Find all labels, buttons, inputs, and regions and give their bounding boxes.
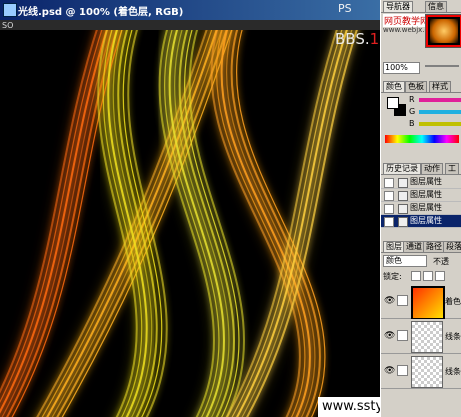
tab-swatches[interactable]: 色板 — [405, 81, 427, 92]
history-step-icon — [398, 217, 408, 227]
layer-name: 线条 — [445, 332, 461, 341]
history-item[interactable]: 图层属性 — [381, 189, 461, 202]
history-item-label: 图层属性 — [410, 216, 442, 225]
visibility-eye-icon[interactable]: 👁 — [384, 366, 395, 376]
navigator-view-box[interactable] — [426, 15, 461, 47]
document-ruler-strip: SO — [0, 20, 380, 30]
blend-mode-select[interactable]: 颜色 — [383, 255, 427, 267]
visibility-eye-icon[interactable]: 👁 — [384, 331, 395, 341]
lock-transparency-checkbox[interactable] — [411, 271, 421, 281]
tab-actions[interactable]: 动作 — [421, 163, 443, 174]
color-panel: 颜色 色板 样式 R G B — [381, 80, 461, 150]
navigator-thumbnail[interactable] — [425, 14, 461, 48]
lock-label: 锁定: — [383, 272, 402, 281]
channel-g-slider[interactable] — [419, 110, 461, 114]
light-streak-glow — [226, 30, 357, 417]
history-source-checkbox[interactable] — [384, 191, 394, 201]
history-step-icon — [398, 178, 408, 188]
ruler-mark: SO — [2, 21, 14, 30]
history-tabs: 历史记录 动作 工 — [381, 162, 461, 175]
layer-thumbnail — [411, 286, 445, 320]
navigator-tabs: 导航器 信息 — [381, 0, 461, 13]
tab-info[interactable]: 信息 — [425, 1, 447, 12]
brush-link-icon[interactable] — [397, 295, 408, 306]
history-source-checkbox[interactable] — [384, 178, 394, 188]
channel-r-slider[interactable] — [419, 98, 461, 102]
tab-paragraph[interactable]: 段落 — [443, 241, 461, 252]
channel-g-label: G — [409, 107, 416, 116]
layer-thumbnail — [411, 321, 443, 353]
tab-layers[interactable]: 图层 — [383, 241, 405, 252]
history-source-checkbox[interactable] — [384, 217, 394, 227]
tab-paths[interactable]: 路径 — [423, 241, 445, 252]
corner-watermark: PS — [338, 2, 352, 15]
layer-name: 线条 — [445, 367, 461, 376]
photoshop-document-icon — [3, 3, 17, 17]
tab-color[interactable]: 颜色 — [383, 81, 405, 92]
history-step-icon — [398, 191, 408, 201]
layer-row[interactable]: 👁 线条 — [381, 354, 461, 389]
layer-row[interactable]: 👁 线条 — [381, 319, 461, 354]
color-spectrum-bar[interactable] — [385, 135, 459, 143]
document-title: 光线.psd @ 100% (着色层, RGB) — [18, 7, 184, 18]
tab-styles[interactable]: 样式 — [429, 81, 451, 92]
opacity-label: 不透 — [433, 257, 449, 266]
channel-b-slider[interactable] — [419, 122, 461, 126]
visibility-eye-icon[interactable]: 👁 — [384, 296, 395, 306]
history-step-icon — [398, 204, 408, 214]
layer-thumbnail — [411, 356, 443, 388]
layers-tabs: 图层 通道 路径 段落 — [381, 240, 461, 253]
history-item[interactable]: 图层属性 — [381, 202, 461, 215]
tab-navigator[interactable]: 导航器 — [383, 1, 413, 12]
tab-history[interactable]: 历史记录 — [383, 163, 421, 174]
history-panel: 历史记录 动作 工 图层属性 图层属性 图层属性 图层属性 — [381, 162, 461, 234]
layers-panel: 图层 通道 路径 段落 颜色 不透 锁定: 👁 着色 👁 线条 👁 线条 — [381, 240, 461, 417]
history-item-label: 图层属性 — [410, 203, 442, 212]
image-canvas[interactable] — [0, 30, 380, 417]
lock-position-checkbox[interactable] — [435, 271, 445, 281]
light-streaks-artwork — [0, 30, 358, 417]
zoom-slider[interactable] — [425, 65, 459, 67]
palette-dock: 导航器 信息 网页教学网 www.webjx.com 100% 颜色 色板 样式… — [380, 0, 461, 417]
channel-r-label: R — [409, 95, 415, 104]
history-source-checkbox[interactable] — [384, 204, 394, 214]
bbs-watermark-prefix: BBS. — [335, 30, 370, 48]
zoom-field[interactable]: 100% — [383, 62, 420, 74]
layer-row[interactable]: 👁 着色 — [381, 284, 461, 320]
tab-channels[interactable]: 通道 — [403, 241, 425, 252]
tab-tool-presets[interactable]: 工 — [445, 163, 459, 174]
history-item-selected[interactable]: 图层属性 — [381, 215, 461, 228]
brush-link-icon[interactable] — [397, 330, 408, 341]
history-item-label: 图层属性 — [410, 190, 442, 199]
channel-b-label: B — [409, 119, 415, 128]
document-title-bar[interactable]: 光线.psd @ 100% (着色层, RGB) PS — [0, 0, 380, 20]
navigator-zoom-row: 100% — [381, 60, 461, 74]
foreground-color-swatch[interactable] — [387, 97, 399, 109]
brush-link-icon[interactable] — [397, 365, 408, 376]
history-item-label: 图层属性 — [410, 177, 442, 186]
layer-name: 着色 — [445, 297, 461, 306]
history-item[interactable]: 图层属性 — [381, 176, 461, 189]
color-tabs: 颜色 色板 样式 — [381, 80, 461, 93]
document-window: 光线.psd @ 100% (着色层, RGB) PS SO BBS.16XX8… — [0, 0, 435, 417]
lock-image-checkbox[interactable] — [423, 271, 433, 281]
